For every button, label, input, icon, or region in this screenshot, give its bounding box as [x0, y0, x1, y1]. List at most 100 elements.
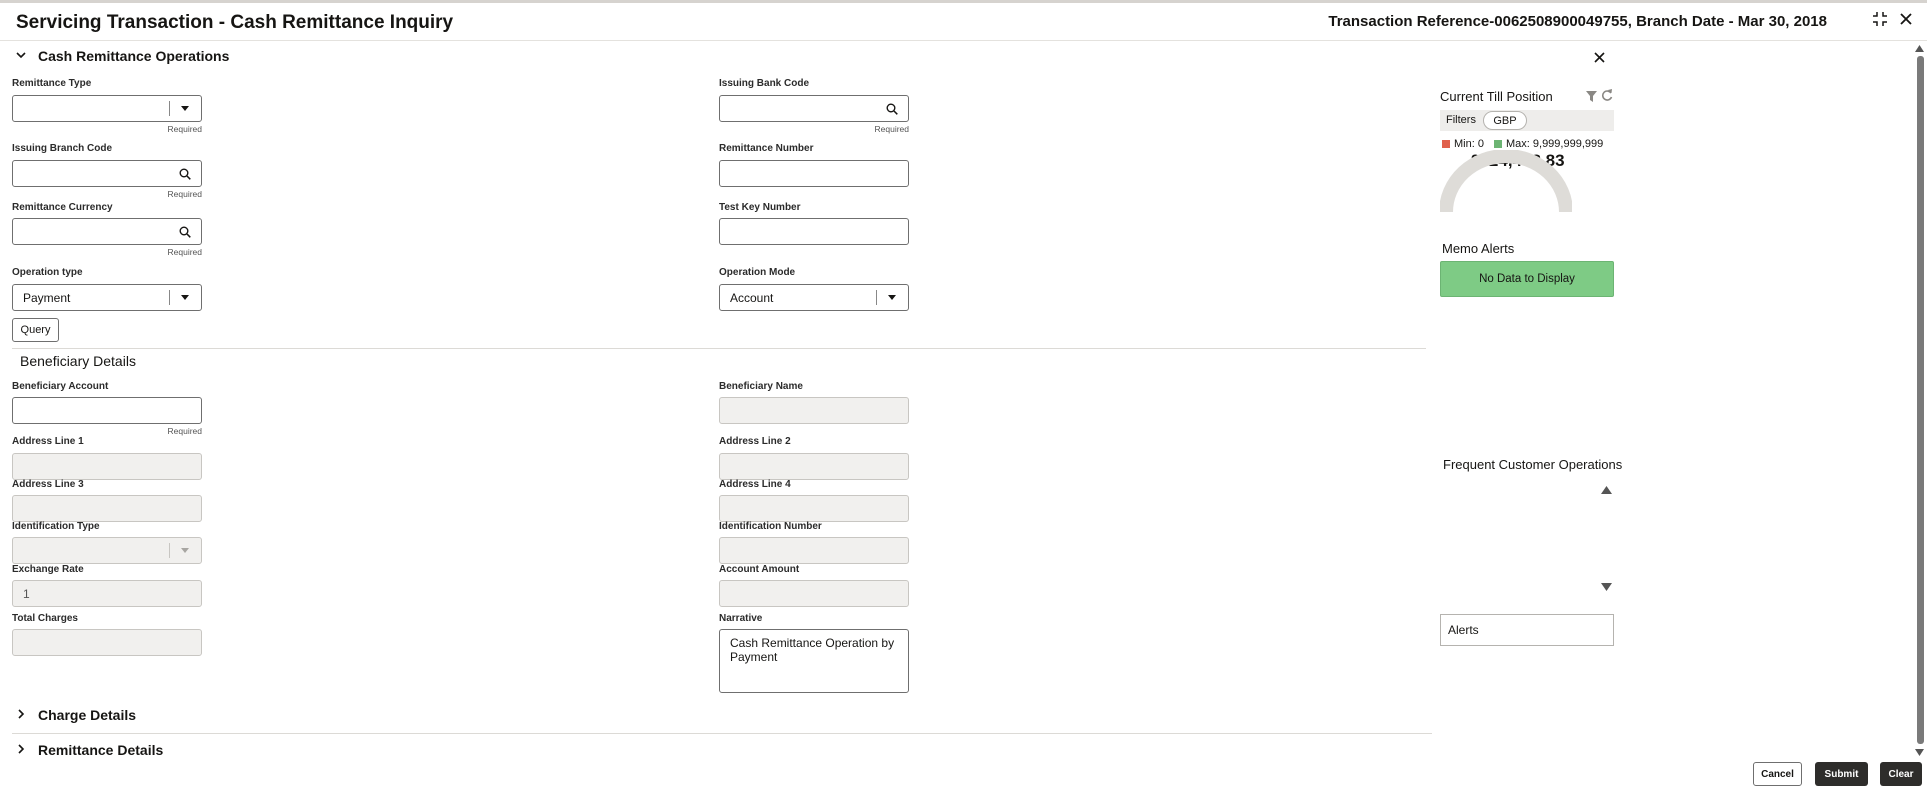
- dropdown-arrow-icon[interactable]: [169, 285, 201, 310]
- issuing-branch-code-label: Issuing Branch Code: [12, 143, 113, 154]
- legend-max: Max: 9,999,999,999: [1494, 138, 1603, 150]
- alerts-box[interactable]: Alerts: [1440, 614, 1614, 646]
- window-header: Servicing Transaction - Cash Remittance …: [0, 3, 1927, 41]
- remittance-type-label: Remittance Type: [12, 78, 92, 89]
- divider: [12, 733, 1432, 734]
- required-hint: Required: [167, 124, 203, 134]
- required-hint: Required: [167, 247, 203, 257]
- memo-alerts-empty: No Data to Display: [1440, 261, 1614, 297]
- dropdown-arrow-icon: [169, 538, 201, 563]
- section-charge-details[interactable]: Charge Details: [14, 707, 136, 723]
- beneficiary-account-input[interactable]: [12, 397, 202, 424]
- section-cash-remittance-operations[interactable]: Cash Remittance Operations: [14, 48, 229, 64]
- remittance-currency-label: Remittance Currency: [12, 202, 113, 213]
- chevron-down-icon: [14, 49, 28, 63]
- address-line-4-input: [719, 495, 909, 522]
- filters-label: Filters: [1446, 114, 1476, 126]
- legend-min: Min: 0: [1442, 138, 1484, 150]
- test-key-number-input[interactable]: [719, 218, 909, 245]
- section-title: Cash Remittance Operations: [38, 48, 230, 64]
- chevron-right-icon: [14, 743, 28, 757]
- operation-mode-select[interactable]: Account: [719, 284, 909, 311]
- account-amount-label: Account Amount: [719, 564, 800, 575]
- operation-type-label: Operation type: [12, 267, 83, 278]
- dropdown-arrow-icon[interactable]: [169, 96, 201, 121]
- close-panel-icon[interactable]: [1593, 51, 1606, 69]
- required-hint: Required: [167, 426, 203, 436]
- address-line-2-label: Address Line 2: [719, 436, 791, 447]
- issuing-branch-code-input[interactable]: [12, 160, 202, 187]
- remittance-currency-input[interactable]: [12, 218, 202, 245]
- search-icon[interactable]: [169, 161, 201, 186]
- search-icon[interactable]: [169, 219, 201, 244]
- exchange-rate-value: 1: [23, 586, 30, 601]
- total-charges-input: [12, 629, 202, 656]
- minimize-window-icon[interactable]: [1872, 11, 1888, 32]
- submit-button[interactable]: Submit: [1815, 762, 1868, 786]
- address-line-3-input: [12, 495, 202, 522]
- operation-mode-label: Operation Mode: [719, 267, 796, 278]
- scroll-up-arrow-icon[interactable]: [1915, 44, 1924, 54]
- narrative-value: Cash Remittance Operation by Payment: [730, 636, 895, 664]
- beneficiary-name-input: [719, 397, 909, 424]
- memo-alerts-title: Memo Alerts: [1442, 241, 1515, 256]
- narrative-label: Narrative: [719, 613, 763, 624]
- remittance-number-label: Remittance Number: [719, 143, 814, 154]
- transaction-reference: Transaction Reference-0062508900049755, …: [1328, 13, 1827, 30]
- address-line-1-label: Address Line 1: [12, 436, 84, 447]
- page-title: Servicing Transaction - Cash Remittance …: [16, 12, 454, 33]
- remittance-number-input[interactable]: [719, 160, 909, 187]
- frequent-operations-title: Frequent Customer Operations: [1443, 457, 1623, 472]
- identification-number-input: [719, 537, 909, 564]
- beneficiary-account-label: Beneficiary Account: [12, 381, 109, 392]
- search-icon[interactable]: [876, 96, 908, 121]
- till-position-title: Current Till Position: [1440, 89, 1553, 104]
- exchange-rate-label: Exchange Rate: [12, 564, 84, 575]
- address-line-3-label: Address Line 3: [12, 479, 84, 490]
- narrative-textarea[interactable]: Cash Remittance Operation by Payment: [719, 629, 909, 693]
- query-button[interactable]: Query: [12, 318, 59, 342]
- legend-min-swatch: [1442, 140, 1450, 148]
- page-scrollbar[interactable]: [1915, 44, 1925, 764]
- legend-max-label: Max: 9,999,999,999: [1506, 138, 1604, 150]
- clear-button[interactable]: Clear: [1880, 762, 1922, 786]
- address-line-1-input: [12, 453, 202, 480]
- till-filter-bar: Filters GBP: [1440, 110, 1614, 131]
- scroll-down-icon[interactable]: [1601, 578, 1612, 596]
- cancel-button[interactable]: Cancel: [1753, 762, 1802, 786]
- refresh-icon[interactable]: [1601, 88, 1613, 106]
- address-line-4-label: Address Line 4: [719, 479, 791, 490]
- chevron-right-icon: [14, 708, 28, 722]
- filter-icon[interactable]: [1586, 89, 1597, 107]
- address-line-2-input: [719, 453, 909, 480]
- issuing-bank-code-input[interactable]: [719, 95, 909, 122]
- remittance-type-select[interactable]: [12, 95, 202, 122]
- test-key-number-label: Test Key Number: [719, 202, 801, 213]
- legend-min-label: Min: 0: [1454, 138, 1484, 150]
- total-charges-label: Total Charges: [12, 613, 78, 624]
- scrollbar-thumb[interactable]: [1917, 56, 1924, 744]
- beneficiary-details-heading: Beneficiary Details: [20, 353, 136, 369]
- till-gauge: [1440, 150, 1572, 213]
- required-hint: Required: [874, 124, 910, 134]
- section-title: Charge Details: [38, 707, 137, 723]
- issuing-bank-code-label: Issuing Bank Code: [719, 78, 810, 89]
- operation-type-select[interactable]: Payment: [12, 284, 202, 311]
- operation-type-value: Payment: [23, 290, 71, 305]
- currency-filter-chip[interactable]: GBP: [1483, 111, 1527, 130]
- identification-type-label: Identification Type: [12, 521, 100, 532]
- close-window-icon[interactable]: [1898, 11, 1914, 32]
- scroll-down-arrow-icon[interactable]: [1915, 748, 1924, 758]
- section-remittance-details[interactable]: Remittance Details: [14, 742, 163, 758]
- required-hint: Required: [167, 189, 203, 199]
- operation-mode-value: Account: [730, 290, 774, 305]
- dropdown-arrow-icon[interactable]: [876, 285, 908, 310]
- identification-type-select: [12, 537, 202, 564]
- beneficiary-name-label: Beneficiary Name: [719, 381, 803, 392]
- section-title: Remittance Details: [38, 742, 164, 758]
- account-amount-input: [719, 580, 909, 607]
- scroll-up-icon[interactable]: [1601, 481, 1612, 499]
- legend-max-swatch: [1494, 140, 1502, 148]
- exchange-rate-input: 1: [12, 580, 202, 607]
- identification-number-label: Identification Number: [719, 521, 822, 532]
